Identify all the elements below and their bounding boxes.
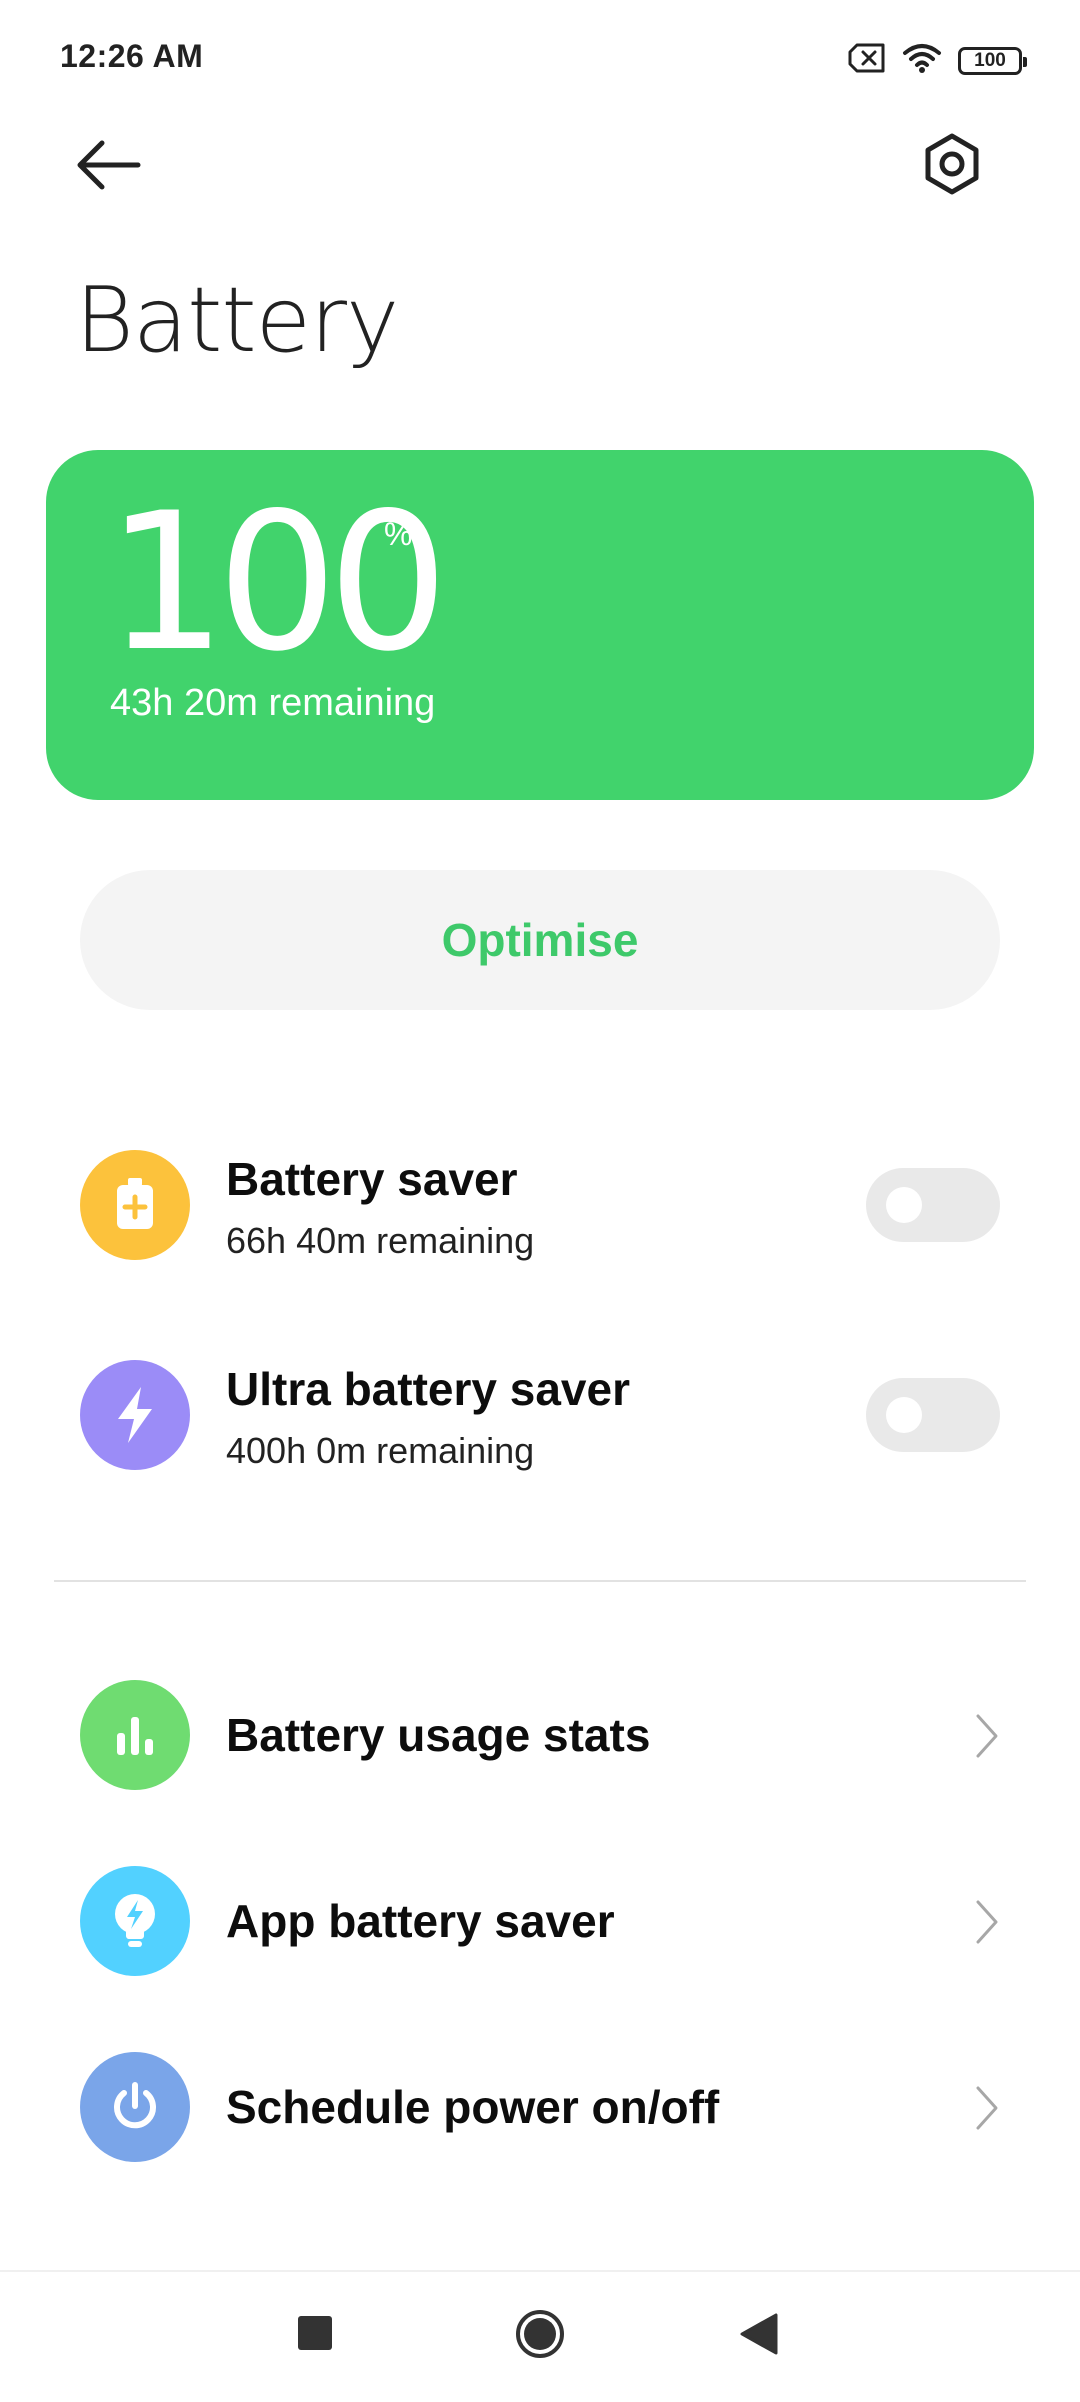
arrow-left-icon: [77, 140, 141, 190]
ultra-battery-saver-toggle[interactable]: [866, 1378, 1000, 1452]
power-icon: [80, 2052, 190, 2162]
recents-button[interactable]: [280, 2298, 352, 2370]
toggle-knob: [886, 1187, 922, 1223]
settings-button[interactable]: [920, 132, 1005, 217]
battery-saver-subtitle: 66h 40m remaining: [226, 1220, 535, 1261]
battery-status-card: 100 % 43h 20m remaining: [46, 450, 1034, 800]
bulb-bolt-icon: [80, 1866, 190, 1976]
triangle-back-icon: [740, 2313, 778, 2355]
battery-usage-stats-title: Battery usage stats: [226, 1709, 651, 1761]
battery-status-icon: 100: [958, 46, 1027, 75]
square-icon: [298, 2316, 332, 2350]
battery-remaining-time: 43h 20m remaining: [110, 682, 436, 724]
navigation-bar: [0, 2270, 1080, 2402]
schedule-power-row[interactable]: Schedule power on/off: [0, 2052, 1080, 2162]
circle-icon: [516, 2310, 564, 2358]
ultra-battery-saver-subtitle: 400h 0m remaining: [226, 1430, 535, 1471]
percent-sign: %: [384, 516, 413, 552]
sim-off-icon: [848, 43, 886, 78]
app-battery-saver-row[interactable]: App battery saver: [0, 1866, 1080, 1976]
battery-saver-toggle[interactable]: [866, 1168, 1000, 1242]
section-divider: [54, 1580, 1026, 1582]
chevron-right-icon: [966, 2082, 1006, 2134]
chevron-right-icon: [966, 1896, 1006, 1948]
back-nav-button[interactable]: [724, 2298, 796, 2370]
status-icons: 100: [848, 42, 1027, 79]
lightning-icon: [80, 1360, 190, 1470]
gear-icon: [925, 133, 979, 195]
toggle-knob: [886, 1397, 922, 1433]
page-title: Battery: [75, 268, 399, 373]
ultra-battery-saver-row[interactable]: Ultra battery saver 400h 0m remaining: [0, 1340, 1080, 1490]
back-button[interactable]: [72, 135, 162, 205]
wifi-icon: [902, 42, 942, 79]
schedule-power-title: Schedule power on/off: [226, 2081, 720, 2133]
home-button[interactable]: [502, 2296, 578, 2372]
status-time: 12:26 AM: [60, 38, 204, 74]
chevron-right-icon: [966, 1710, 1006, 1762]
battery-saver-row[interactable]: Battery saver 66h 40m remaining: [0, 1130, 1080, 1280]
battery-usage-stats-row[interactable]: Battery usage stats: [0, 1680, 1080, 1790]
battery-plus-icon: [80, 1150, 190, 1260]
bar-chart-icon: [80, 1680, 190, 1790]
app-battery-saver-title: App battery saver: [226, 1895, 615, 1947]
ultra-battery-saver-title: Ultra battery saver: [226, 1363, 630, 1415]
battery-saver-title: Battery saver: [226, 1153, 518, 1205]
optimise-button[interactable]: Optimise: [80, 870, 1000, 1010]
